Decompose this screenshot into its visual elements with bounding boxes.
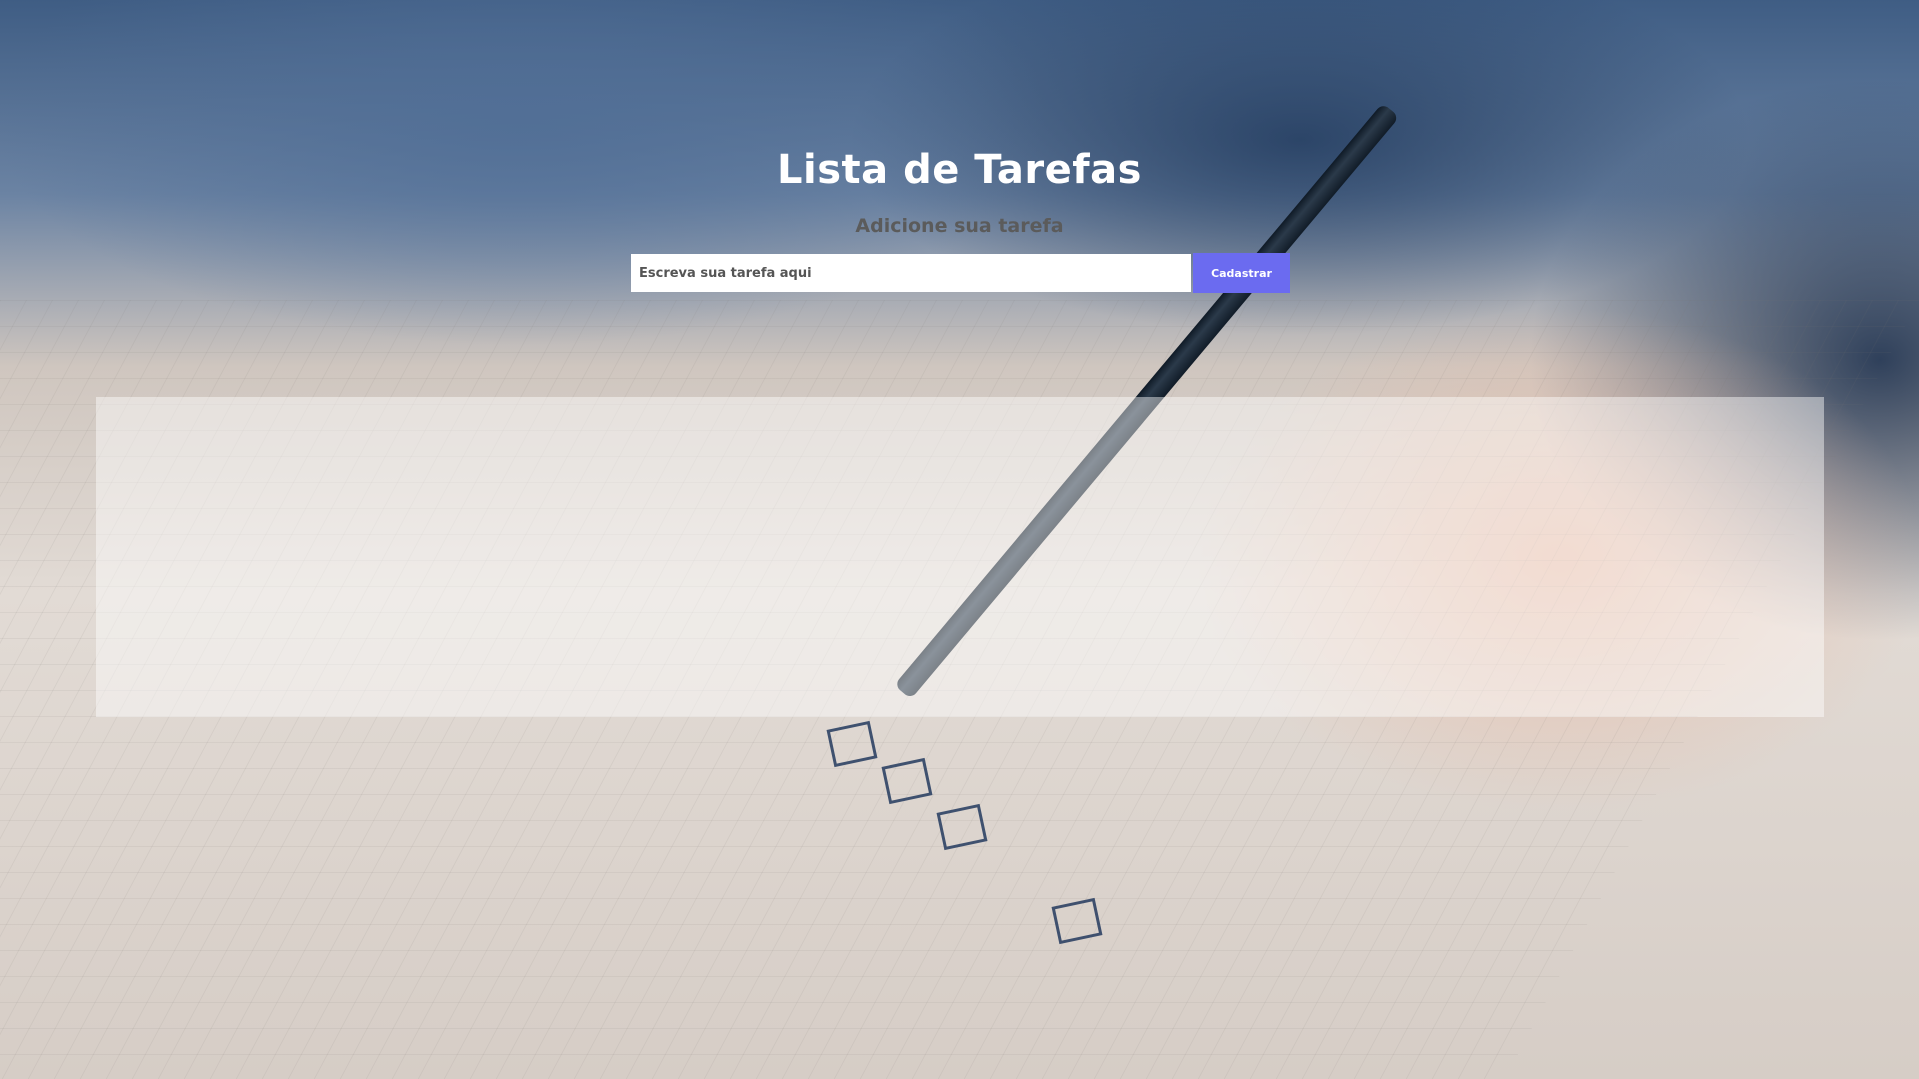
task-list bbox=[96, 397, 1824, 717]
task-input[interactable] bbox=[631, 254, 1191, 292]
add-task-form: Cadastrar bbox=[631, 253, 1290, 293]
page-title: Lista de Tarefas bbox=[777, 147, 1142, 193]
page-content: Lista de Tarefas Adicione sua tarefa Cad… bbox=[0, 0, 1919, 1079]
add-task-button[interactable]: Cadastrar bbox=[1193, 253, 1290, 293]
form-subtitle: Adicione sua tarefa bbox=[855, 215, 1064, 237]
